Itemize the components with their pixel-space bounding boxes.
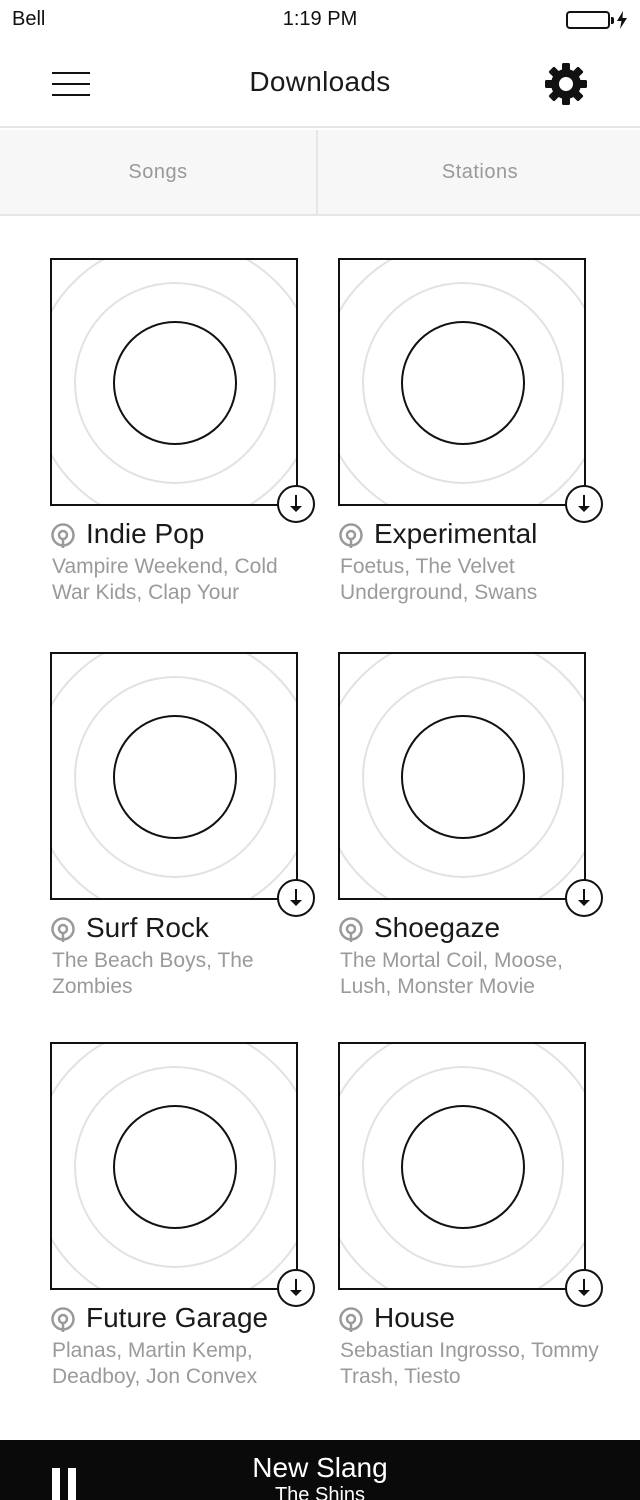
station-card-shoegaze[interactable]: Shoegaze The Mortal Coil, Moose, Lush, M…: [338, 652, 608, 1012]
tab-bar: Songs Stations: [0, 130, 640, 216]
station-title: Shoegaze: [374, 912, 501, 943]
tab-songs[interactable]: Songs: [0, 130, 318, 214]
nav-bar: Downloads: [0, 40, 640, 128]
station-title-row: Future Garage: [50, 1302, 350, 1336]
station-artists: Foetus, The Velvet Underground, Swans: [340, 555, 538, 604]
station-title: Indie Pop: [86, 518, 205, 549]
charging-bolt-icon: [617, 11, 627, 29]
status-bar: Bell 1:19 PM: [0, 0, 640, 40]
station-pin-icon: [339, 523, 363, 548]
station-card-future-garage[interactable]: Future Garage Planas, Martin Kemp, Deadb…: [50, 1042, 320, 1402]
station-card-experimental[interactable]: Experimental Foetus, The Velvet Undergro…: [338, 258, 608, 618]
station-title: Experimental: [374, 518, 538, 549]
station-artwork: [50, 652, 298, 900]
station-title: Future Garage: [86, 1302, 269, 1333]
station-artwork: [338, 258, 586, 506]
station-pin-icon: [339, 917, 363, 942]
station-title-row: Surf Rock: [50, 912, 350, 946]
station-artists: The Mortal Coil, Moose, Lush, Monster Mo…: [340, 949, 563, 998]
station-title: House: [374, 1302, 455, 1333]
station-pin-icon: [51, 917, 75, 942]
station-title-row: Shoegaze: [338, 912, 638, 946]
station-title: Surf Rock: [86, 912, 209, 943]
station-artists: The Beach Boys, The Zombies: [52, 949, 254, 998]
station-card-surf-rock[interactable]: Surf Rock The Beach Boys, The Zombies: [50, 652, 320, 1012]
station-pin-icon: [51, 523, 75, 548]
station-artwork: [50, 1042, 298, 1290]
station-artwork: [50, 258, 298, 506]
now-playing-bar[interactable]: New Slang The Shins: [0, 1440, 640, 1500]
station-card-house[interactable]: House Sebastian Ingrosso, Tommy Trash, T…: [338, 1042, 608, 1402]
station-artwork: [338, 652, 586, 900]
station-title-row: House: [338, 1302, 638, 1336]
station-artists: Planas, Martin Kemp, Deadboy, Jon Convex: [52, 1339, 258, 1388]
station-pin-icon: [51, 1307, 75, 1332]
station-artists: Sebastian Ingrosso, Tommy Trash, Tiesto: [340, 1339, 599, 1388]
station-title-row: Experimental: [338, 518, 638, 552]
now-playing-title: New Slang: [252, 1452, 388, 1483]
now-playing-artist: The Shins: [274, 1484, 366, 1500]
station-card-indie-pop[interactable]: Indie Pop Vampire Weekend, Cold War Kids…: [50, 258, 320, 618]
station-title-row: Indie Pop: [50, 518, 350, 552]
gear-icon[interactable]: [542, 60, 590, 108]
battery-icon: [566, 11, 614, 29]
tab-stations[interactable]: Stations: [320, 130, 640, 214]
station-artwork: [338, 1042, 586, 1290]
status-time: 1:19 PM: [282, 8, 358, 30]
station-pin-icon: [339, 1307, 363, 1332]
station-artists: Vampire Weekend, Cold War Kids, Clap You…: [52, 555, 278, 604]
